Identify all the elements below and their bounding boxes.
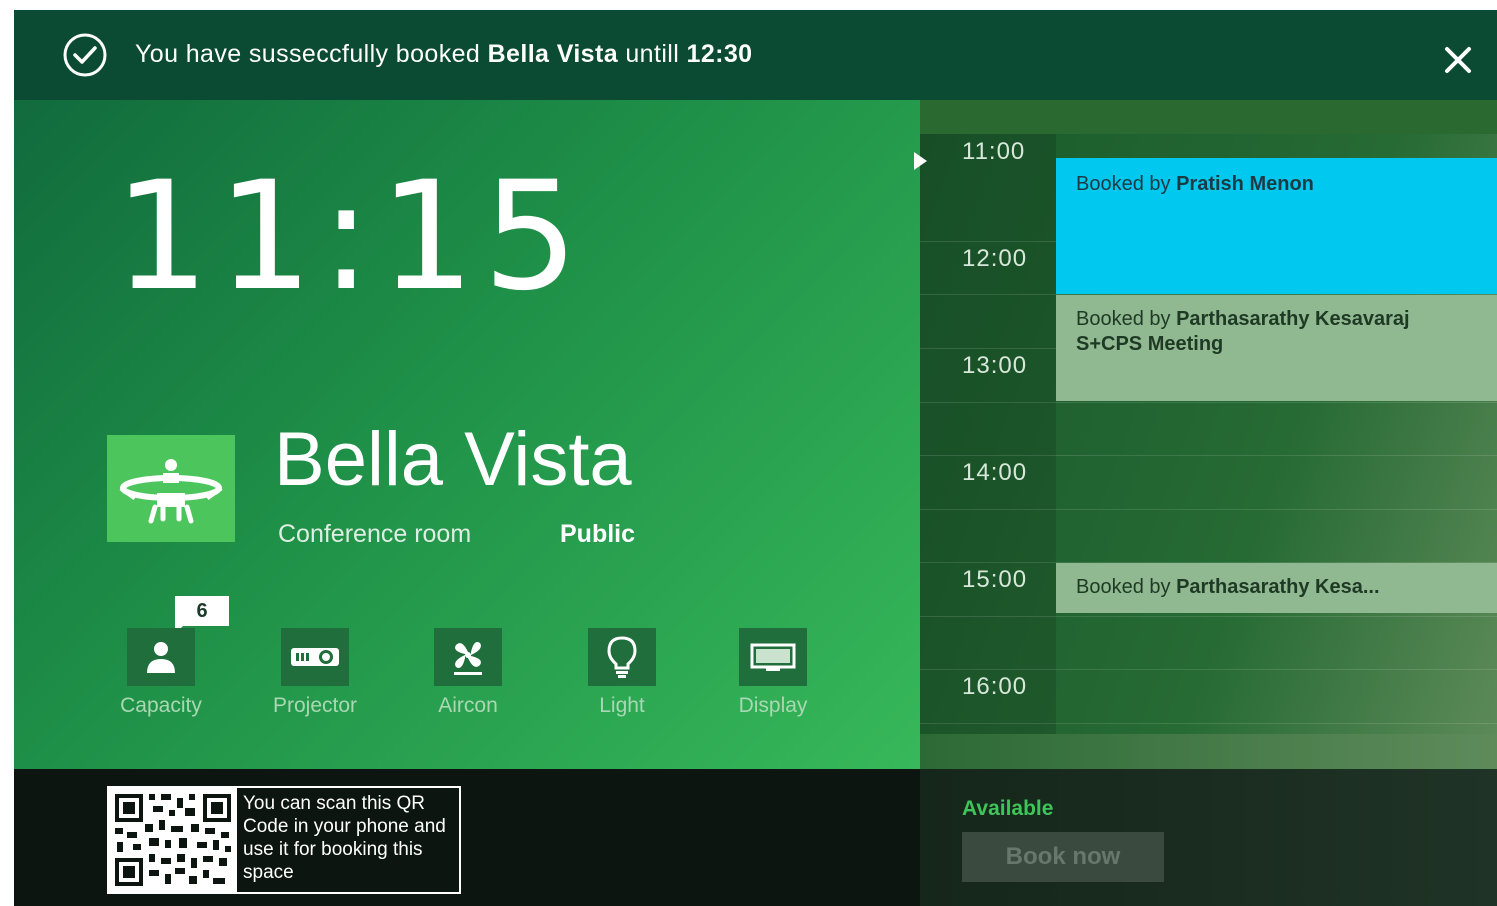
amenity-display: Display: [713, 628, 833, 718]
grid-line: [920, 723, 1497, 724]
fan-icon: [434, 628, 502, 686]
success-banner: You have susseccfully booked Bella Vista…: [14, 10, 1497, 100]
schedule-footer: [920, 734, 1497, 769]
booking-block[interactable]: Booked by Parthasarathy Kesa...: [1056, 563, 1497, 613]
room-info-panel: 11:15 Bella Vista Conference room Public…: [14, 100, 920, 769]
banner-room: Bella Vista: [487, 40, 618, 68]
hour-label: 14:00: [962, 459, 1028, 486]
current-time-marker: [914, 152, 927, 170]
schedule-panel: 11:00 12:00 13:00 14:00 15:00 16:00 Book…: [914, 100, 1497, 769]
projector-icon: [281, 628, 349, 686]
person-icon: [127, 628, 195, 686]
amenity-label: Projector: [272, 694, 358, 717]
qr-footer: You can scan this QR Code in your phone …: [14, 769, 920, 906]
availability-status: Available: [962, 797, 1054, 820]
time-column: [920, 134, 1056, 734]
hour-label: 13:00: [962, 352, 1028, 379]
booking-prefix: Booked by: [1076, 308, 1171, 330]
amenity-projector: Projector: [255, 628, 375, 718]
display-icon: [739, 628, 807, 686]
room-name: Bella Vista: [274, 417, 632, 502]
booking-name: Pratish Menon: [1176, 173, 1314, 195]
check-circle-icon: [63, 33, 107, 77]
schedule-timeline[interactable]: 11:00 12:00 13:00 14:00 15:00 16:00 Book…: [914, 134, 1497, 734]
amenity-label: Aircon: [438, 694, 498, 717]
current-time: 11:15: [114, 150, 587, 324]
hour-label: 15:00: [962, 566, 1028, 593]
grid-line: [920, 616, 1497, 617]
amenity-aircon: Aircon: [408, 628, 528, 718]
room-booking-panel: You have susseccfully booked Bella Vista…: [14, 10, 1497, 906]
amenity-light: Light: [562, 628, 682, 718]
hour-label: 16:00: [962, 673, 1028, 700]
booking-block[interactable]: Booked by Parthasarathy Kesavaraj S+CPS …: [1056, 295, 1497, 401]
grid-line: [920, 455, 1497, 456]
schedule-header: [920, 100, 1497, 134]
booking-prefix: Booked by: [1076, 173, 1171, 195]
amenity-label: Display: [738, 694, 808, 717]
amenity-capacity: Capacity: [101, 628, 221, 718]
booking-title: S+CPS Meeting: [1076, 333, 1224, 355]
banner-mid: untill: [625, 40, 680, 68]
amenity-label: Light: [599, 694, 645, 717]
qr-code-icon: [109, 788, 237, 892]
booking-name: Parthasarathy Kesa...: [1176, 576, 1380, 598]
grid-line: [920, 669, 1497, 670]
close-icon[interactable]: [1438, 40, 1478, 80]
banner-message: You have susseccfully booked Bella Vista…: [135, 40, 753, 69]
room-type: Conference room: [278, 520, 472, 548]
hour-label: 11:00: [962, 138, 1026, 165]
booking-footer: Available Book now: [920, 769, 1497, 906]
hour-label: 12:00: [962, 245, 1028, 272]
booking-prefix: Booked by: [1076, 576, 1171, 598]
booking-name: Parthasarathy Kesavaraj: [1176, 308, 1410, 330]
banner-prefix: You have susseccfully booked: [135, 40, 481, 68]
lightbulb-icon: [588, 628, 656, 686]
meeting-table-icon: [107, 435, 235, 542]
capacity-badge: 6: [175, 596, 229, 634]
qr-instructions: You can scan this QR Code in your phone …: [243, 793, 446, 883]
grid-line: [920, 402, 1497, 403]
amenity-label: Capacity: [120, 694, 202, 717]
qr-card: You can scan this QR Code in your phone …: [107, 786, 461, 894]
grid-line: [920, 509, 1497, 510]
room-access: Public: [560, 520, 636, 548]
booking-block[interactable]: Booked by Pratish Menon: [1056, 158, 1497, 294]
banner-until: 12:30: [686, 40, 753, 68]
book-now-button[interactable]: Book now: [962, 832, 1164, 882]
